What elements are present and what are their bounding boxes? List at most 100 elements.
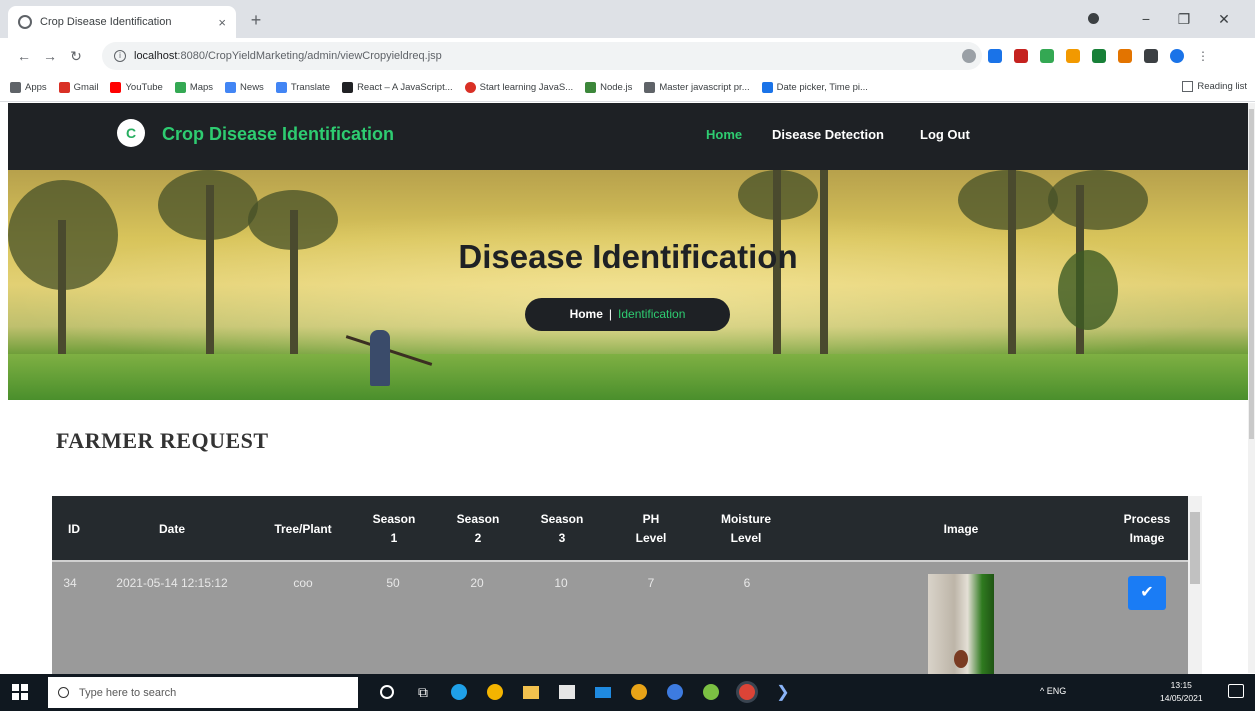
app-icon[interactable]: [666, 681, 684, 703]
bookmark-item[interactable]: Translate: [275, 82, 330, 93]
bookmark-item[interactable]: React – A JavaScript...: [342, 82, 453, 93]
system-tray[interactable]: ^ ENG: [1040, 686, 1066, 696]
grass-field: [8, 354, 1248, 400]
table-row: 34 2021-05-14 12:15:12 coo 50 20 10 7 6 …: [52, 564, 1188, 674]
bookmark-item[interactable]: Master javascript pr...: [644, 82, 750, 93]
maps-icon: [174, 82, 186, 93]
table-header: ID Date Tree/Plant Season 1 Season 2 Seaso…: [52, 496, 1188, 562]
breadcrumb: Home | Identification: [525, 298, 730, 331]
reading-list-button[interactable]: Reading list: [1182, 81, 1247, 92]
bookmark-item[interactable]: News: [225, 82, 264, 93]
avatar[interactable]: [1170, 49, 1184, 63]
bookmark-item[interactable]: Gmail: [58, 82, 98, 93]
bookmark-item[interactable]: Date picker, Time pi...: [761, 82, 868, 93]
edge-icon[interactable]: [450, 681, 468, 703]
taskbar-clock[interactable]: 13:15 14/05/2021: [1160, 679, 1203, 705]
clock-date: 14/05/2021: [1160, 693, 1203, 703]
cortana-icon[interactable]: [378, 681, 396, 703]
search-placeholder: Type here to search: [79, 686, 177, 699]
close-window-button[interactable]: ✕: [1206, 6, 1242, 32]
breadcrumb-home[interactable]: Home: [570, 307, 603, 321]
column-header-tree-plant: Tree/Plant: [274, 522, 332, 536]
tab-title: Crop Disease Identification: [40, 16, 172, 28]
task-view-icon[interactable]: ⧉: [414, 681, 432, 703]
reload-icon[interactable]: ↻: [66, 46, 86, 66]
cell-date: 2021-05-14 12:15:12: [116, 576, 228, 590]
bookmark-item[interactable]: YouTube: [110, 82, 163, 93]
back-arrow-icon[interactable]: ←: [14, 46, 34, 66]
bookmark-item[interactable]: Apps: [10, 82, 47, 93]
code-icon: [644, 82, 656, 93]
palm-tree: [290, 210, 298, 360]
record-icon[interactable]: [1088, 13, 1099, 24]
hero-banner: Disease Identification Home | Identificati…: [8, 170, 1248, 400]
extension-icon[interactable]: [1066, 49, 1080, 63]
process-image-button[interactable]: ✔: [1128, 576, 1166, 610]
gmail-icon: [58, 82, 70, 93]
news-icon: [225, 82, 237, 93]
leaf-image-thumbnail[interactable]: [928, 574, 994, 674]
column-header-season-2: Season 2: [456, 512, 500, 545]
windows-start-icon[interactable]: [12, 684, 28, 700]
browser-tab[interactable]: Crop Disease Identification ×: [8, 6, 236, 38]
column-header-date: Date: [158, 522, 185, 536]
translate-icon: [275, 82, 287, 93]
section-title: FARMER REQUEST: [56, 428, 269, 453]
breadcrumb-current: Identification: [618, 307, 686, 321]
column-header-image: Image: [943, 522, 979, 536]
app-icon[interactable]: [702, 681, 720, 703]
check-icon: ✔: [1140, 584, 1154, 601]
react-icon: [342, 82, 354, 93]
table-scrollbar[interactable]: [1188, 496, 1202, 674]
reading-list-icon: [1182, 81, 1194, 92]
chrome-canary-icon[interactable]: [630, 681, 648, 703]
taskbar-search[interactable]: Type here to search: [48, 677, 358, 708]
extension-icon[interactable]: [1118, 49, 1132, 63]
bookmark-item[interactable]: Maps: [174, 82, 213, 93]
file-explorer-icon[interactable]: [522, 681, 540, 703]
column-header-process-image: Process Image: [1123, 512, 1171, 545]
bookmark-item[interactable]: Start learning JavaS...: [464, 82, 573, 93]
extension-icon[interactable]: [988, 49, 1002, 63]
nodejs-icon: [585, 82, 597, 93]
forward-arrow-icon[interactable]: →: [40, 46, 60, 66]
cell-moisture-level: 6: [743, 576, 751, 590]
tab-close-icon[interactable]: ×: [218, 15, 226, 30]
column-header-season-1: Season 1: [372, 512, 416, 545]
chrome-icon[interactable]: [486, 681, 504, 703]
app-icon[interactable]: ❯: [774, 681, 792, 703]
new-tab-button[interactable]: +: [244, 8, 268, 32]
nav-home[interactable]: Home: [706, 127, 742, 142]
globe-icon: [18, 15, 32, 29]
nav-log-out[interactable]: Log Out: [920, 127, 970, 142]
logo[interactable]: C: [117, 119, 145, 147]
column-header-moisture-level: Moisture Level: [720, 512, 771, 545]
bookmarks-bar: Apps Gmail YouTube Maps News Translate R…: [0, 74, 1255, 102]
extension-icon[interactable]: [1092, 49, 1106, 63]
chrome-active-icon[interactable]: [738, 681, 756, 703]
star-icon[interactable]: [962, 49, 976, 63]
page-title: Disease Identification: [458, 238, 798, 275]
extension-icon[interactable]: [1014, 49, 1028, 63]
info-icon[interactable]: i: [114, 50, 126, 62]
brand-name[interactable]: Crop Disease Identification: [162, 124, 394, 145]
column-header-season-3: Season 3: [540, 512, 584, 545]
bookmark-item[interactable]: Node.js: [585, 82, 632, 93]
url-host: localhost: [134, 50, 178, 62]
maximize-button[interactable]: ❐: [1166, 6, 1202, 32]
nav-disease-detection[interactable]: Disease Detection: [772, 127, 884, 142]
cell-ph-level: 7: [647, 576, 655, 590]
extension-icon[interactable]: [1040, 49, 1054, 63]
address-bar[interactable]: i localhost :8080/CropYieldMarketing/adm…: [102, 42, 982, 70]
puzzle-icon[interactable]: [1144, 49, 1158, 63]
page-scrollbar[interactable]: [1248, 103, 1255, 673]
mail-icon[interactable]: [594, 681, 612, 703]
calendar-icon: [761, 82, 773, 93]
cell-id: 34: [63, 576, 77, 590]
minimize-button[interactable]: −: [1128, 6, 1164, 32]
store-icon[interactable]: [558, 681, 576, 703]
menu-dots-icon[interactable]: ⋮: [1196, 49, 1210, 63]
cell-season-1: 50: [386, 576, 400, 590]
notification-icon[interactable]: [1228, 684, 1244, 698]
search-icon: [58, 687, 69, 698]
